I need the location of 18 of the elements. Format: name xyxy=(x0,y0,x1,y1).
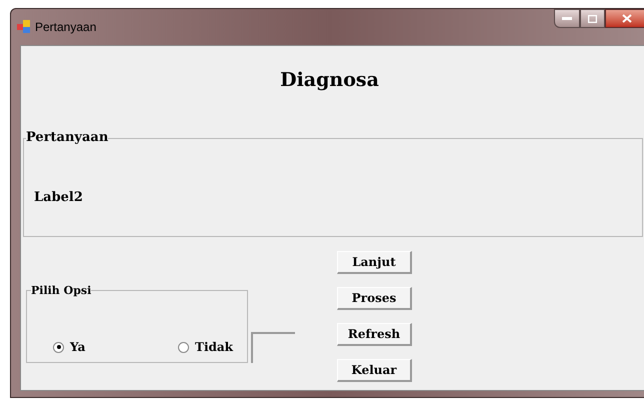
radio-option[interactable]: Ya xyxy=(53,338,86,356)
question-label: Label2 xyxy=(34,190,83,206)
action-button[interactable]: Keluar xyxy=(337,359,412,382)
window-title: Pertanyaan xyxy=(35,19,96,36)
minimize-icon xyxy=(562,17,572,20)
maximize-icon xyxy=(588,14,597,22)
action-button[interactable]: Proses xyxy=(337,287,412,310)
app-icon xyxy=(17,20,31,34)
group-title: Pertanyaan xyxy=(26,130,108,146)
action-button[interactable]: Lanjut xyxy=(337,251,412,274)
close-icon xyxy=(622,14,632,23)
group-title: Pilih Opsi xyxy=(31,284,92,298)
close-button[interactable] xyxy=(605,9,644,28)
form-heading: Diagnosa xyxy=(280,68,380,92)
maximize-button[interactable] xyxy=(580,9,605,28)
action-button[interactable]: Refresh xyxy=(337,323,412,346)
minimize-button[interactable] xyxy=(554,9,580,28)
radio-option[interactable]: Tidak xyxy=(178,338,233,356)
